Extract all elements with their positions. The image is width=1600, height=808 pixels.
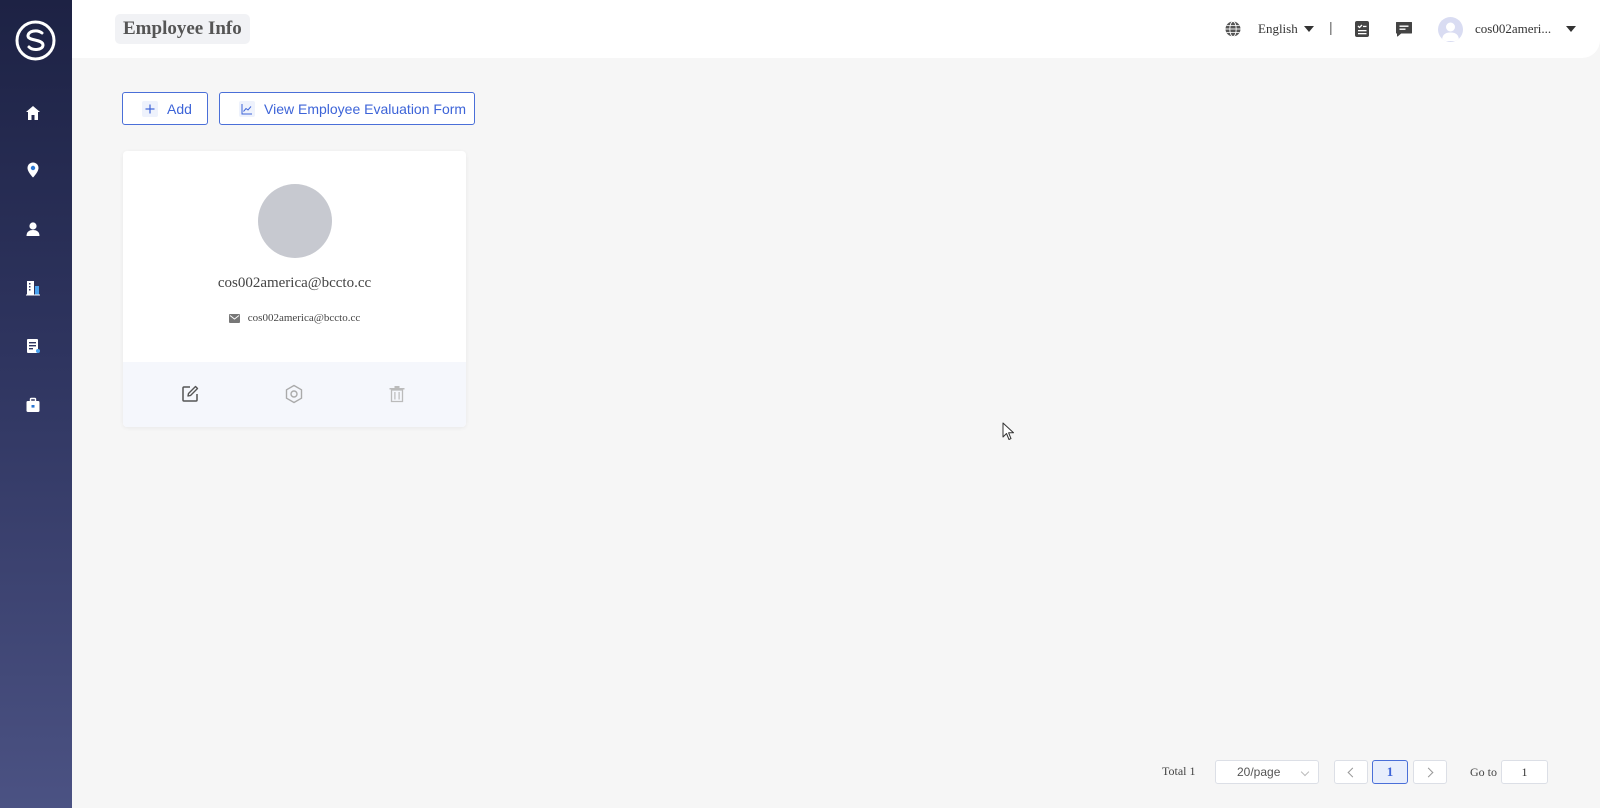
user-avatar-icon [1442, 22, 1459, 41]
briefcase-icon [26, 397, 40, 412]
document-icon [27, 339, 40, 353]
page-size-value: 20/page [1237, 765, 1281, 779]
user-avatar[interactable] [1438, 17, 1463, 42]
page-size-select[interactable]: 20/page [1215, 760, 1319, 784]
sidebar [0, 0, 72, 808]
building-icon [26, 281, 40, 296]
plus-icon [142, 100, 158, 117]
user-name[interactable]: cos002ameri... [1475, 21, 1559, 37]
goto-label: Go to [1470, 765, 1497, 779]
chevron-down-icon [1300, 767, 1310, 777]
chevron-right-icon [1423, 767, 1434, 778]
card-actions [123, 362, 466, 427]
person-icon [26, 222, 40, 236]
next-page-button[interactable] [1413, 760, 1447, 784]
view-evaluation-form-button[interactable]: View Employee Evaluation Form [219, 92, 475, 125]
page-title: Employee Info [115, 14, 250, 44]
message-icon[interactable] [1394, 19, 1414, 39]
sidebar-item-reports[interactable] [22, 335, 44, 357]
employee-name: cos002america@bccto.cc [217, 275, 372, 291]
pagination-total: Total 1 [1162, 764, 1196, 778]
mail-icon [228, 313, 240, 323]
app-logo-icon[interactable] [15, 20, 56, 61]
globe-icon[interactable] [1224, 20, 1242, 38]
settings-icon[interactable] [284, 384, 304, 404]
sidebar-item-jobs[interactable] [22, 394, 44, 416]
top-header: Employee Info English | cos002ameri... [72, 0, 1600, 58]
current-page-button[interactable]: 1 [1372, 760, 1408, 784]
header-separator: | [1329, 19, 1333, 35]
prev-page-button[interactable] [1334, 760, 1368, 784]
add-button-label: Add [167, 100, 192, 117]
employee-card[interactable]: cos002america@bccto.cc cos002america@bcc… [123, 151, 466, 427]
caret-down-icon[interactable] [1566, 26, 1576, 32]
language-selector[interactable]: English [1258, 21, 1298, 37]
sidebar-item-location[interactable] [22, 159, 44, 181]
add-employee-button[interactable]: Add [122, 92, 208, 125]
eval-button-label: View Employee Evaluation Form [264, 100, 467, 117]
sidebar-item-home[interactable] [22, 102, 44, 124]
sidebar-item-buildings[interactable] [22, 277, 44, 299]
caret-down-icon[interactable] [1304, 26, 1314, 32]
trash-icon[interactable] [387, 384, 407, 404]
employee-email: cos002america@bccto.cc [247, 312, 361, 324]
sidebar-item-employees[interactable] [22, 218, 44, 240]
task-list-icon[interactable] [1352, 19, 1372, 39]
home-icon [26, 106, 40, 120]
line-chart-icon [239, 100, 255, 117]
goto-page-input[interactable] [1501, 760, 1548, 784]
location-pin-icon [27, 162, 39, 178]
employee-email-row: cos002america@bccto.cc [123, 312, 466, 324]
chevron-left-icon [1347, 767, 1358, 778]
employee-avatar [258, 184, 332, 258]
edit-icon[interactable] [180, 384, 200, 404]
mouse-cursor-icon [1002, 422, 1014, 440]
